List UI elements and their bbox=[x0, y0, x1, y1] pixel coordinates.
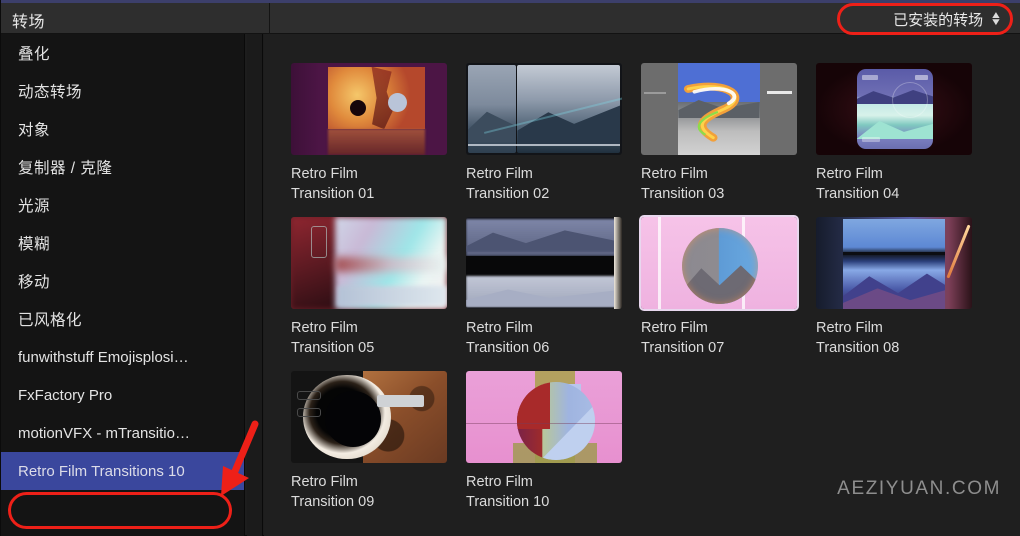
sidebar-item-5[interactable]: 光源 bbox=[1, 186, 245, 224]
transition-cell-3[interactable]: Retro FilmTransition 03 bbox=[641, 63, 797, 204]
transition-caption-10: Retro FilmTransition 10 bbox=[466, 472, 622, 512]
page-title: 转场 bbox=[12, 8, 45, 32]
transition-cell-7[interactable]: Retro FilmTransition 07 bbox=[641, 217, 797, 358]
sidebar-item-11[interactable]: motionVFX - mTransitio… bbox=[1, 414, 245, 452]
transition-cell-10[interactable]: Retro FilmTransition 10 bbox=[466, 371, 622, 512]
transition-cell-4[interactable]: Retro FilmTransition 04 bbox=[816, 63, 972, 204]
transition-thumbnail-3[interactable] bbox=[641, 63, 797, 155]
caption-line-1: Retro Film bbox=[291, 164, 447, 184]
header-divider bbox=[269, 3, 270, 34]
sidebar-item-label: Retro Film Transitions 10 bbox=[18, 463, 185, 480]
transition-cell-1[interactable]: Retro FilmTransition 01 bbox=[291, 63, 447, 204]
sidebar-item-2[interactable]: 动态转场 bbox=[1, 72, 245, 110]
sidebar-item-10[interactable]: FxFactory Pro bbox=[1, 376, 245, 414]
sidebar-item-4[interactable]: 复制器 / 克隆 bbox=[1, 148, 245, 186]
caption-line-1: Retro Film bbox=[466, 318, 622, 338]
sidebar-item-label: 复制器 / 克隆 bbox=[18, 156, 112, 178]
caption-line-1: Retro Film bbox=[466, 164, 622, 184]
caption-line-2: Transition 03 bbox=[641, 184, 797, 204]
sidebar-item-label: 已风格化 bbox=[18, 308, 82, 330]
transition-caption-1: Retro FilmTransition 01 bbox=[291, 164, 447, 204]
transition-thumbnail-1[interactable] bbox=[291, 63, 447, 155]
sidebar-scrollbar-track[interactable] bbox=[247, 34, 263, 536]
caption-line-2: Transition 05 bbox=[291, 338, 447, 358]
caption-line-2: Transition 01 bbox=[291, 184, 447, 204]
transition-thumbnail-7[interactable] bbox=[641, 217, 797, 309]
sidebar-item-label: motionVFX - mTransitio… bbox=[18, 425, 190, 442]
transitions-browser-window: 转场 已安装的转场 ▲▼ 叠化动态转场对象复制器 / 克隆光源模糊移动已风格化 f… bbox=[0, 0, 1020, 536]
transition-cell-5[interactable]: Retro FilmTransition 05 bbox=[291, 217, 447, 358]
caption-line-2: Transition 08 bbox=[816, 338, 972, 358]
sidebar-item-label: 叠化 bbox=[18, 42, 50, 64]
transition-thumbnail-2[interactable] bbox=[466, 63, 622, 155]
category-sidebar[interactable]: 叠化动态转场对象复制器 / 克隆光源模糊移动已风格化 funwithstuff E… bbox=[1, 34, 245, 536]
transition-caption-4: Retro FilmTransition 04 bbox=[816, 164, 972, 204]
sidebar-item-6[interactable]: 模糊 bbox=[1, 224, 245, 262]
caption-line-1: Retro Film bbox=[816, 164, 972, 184]
transition-cell-8[interactable]: Retro FilmTransition 08 bbox=[816, 217, 972, 358]
caption-line-2: Transition 02 bbox=[466, 184, 622, 204]
sidebar-item-3[interactable]: 对象 bbox=[1, 110, 245, 148]
sidebar-item-9[interactable]: funwithstuff Emojisplosi… bbox=[1, 338, 245, 376]
sidebar-item-label: 对象 bbox=[18, 118, 50, 140]
transition-thumbnail-4[interactable] bbox=[816, 63, 972, 155]
sidebar-item-label: FxFactory Pro bbox=[18, 387, 112, 404]
transition-caption-9: Retro FilmTransition 09 bbox=[291, 472, 447, 512]
caption-line-2: Transition 10 bbox=[466, 492, 622, 512]
sidebar-item-label: funwithstuff Emojisplosi… bbox=[18, 349, 189, 366]
transition-caption-2: Retro FilmTransition 02 bbox=[466, 164, 622, 204]
browser-header-bar: 转场 已安装的转场 ▲▼ bbox=[1, 3, 1020, 34]
caption-line-1: Retro Film bbox=[816, 318, 972, 338]
transition-caption-3: Retro FilmTransition 03 bbox=[641, 164, 797, 204]
caption-line-1: Retro Film bbox=[291, 318, 447, 338]
transition-caption-5: Retro FilmTransition 05 bbox=[291, 318, 447, 358]
caption-line-2: Transition 07 bbox=[641, 338, 797, 358]
transition-cell-9[interactable]: Retro FilmTransition 09 bbox=[291, 371, 447, 512]
caption-line-1: Retro Film bbox=[641, 164, 797, 184]
transition-thumbnail-5[interactable] bbox=[291, 217, 447, 309]
sidebar-item-8[interactable]: 已风格化 bbox=[1, 300, 245, 338]
sidebar-item-7[interactable]: 移动 bbox=[1, 262, 245, 300]
caption-line-2: Transition 04 bbox=[816, 184, 972, 204]
transition-thumbnail-10[interactable] bbox=[466, 371, 622, 463]
transition-caption-6: Retro FilmTransition 06 bbox=[466, 318, 622, 358]
caption-line-2: Transition 06 bbox=[466, 338, 622, 358]
installed-transitions-popup-menu[interactable]: 已安装的转场 ▲▼ bbox=[885, 7, 1007, 31]
caption-line-2: Transition 09 bbox=[291, 492, 447, 512]
transition-caption-7: Retro FilmTransition 07 bbox=[641, 318, 797, 358]
caption-line-1: Retro Film bbox=[291, 472, 447, 492]
chevron-up-down-icon: ▲▼ bbox=[990, 12, 1002, 26]
transition-thumbnail-9[interactable] bbox=[291, 371, 447, 463]
popup-menu-label: 已安装的转场 bbox=[893, 9, 983, 30]
transition-cell-2[interactable]: Retro FilmTransition 02 bbox=[466, 63, 622, 204]
sidebar-item-label: 模糊 bbox=[18, 232, 50, 254]
site-watermark: AEZIYUAN.COM bbox=[837, 478, 1001, 500]
sidebar-item-12[interactable]: Retro Film Transitions 10 bbox=[1, 452, 245, 490]
transition-grid[interactable]: Retro FilmTransition 01Retro FilmTransit… bbox=[264, 34, 1020, 536]
sidebar-item-label: 光源 bbox=[18, 194, 50, 216]
caption-line-1: Retro Film bbox=[641, 318, 797, 338]
sidebar-item-label: 移动 bbox=[18, 270, 50, 292]
transition-caption-8: Retro FilmTransition 08 bbox=[816, 318, 972, 358]
sidebar-item-1[interactable]: 叠化 bbox=[1, 34, 245, 72]
transition-cell-6[interactable]: Retro FilmTransition 06 bbox=[466, 217, 622, 358]
sidebar-item-label: 动态转场 bbox=[18, 80, 82, 102]
transition-thumbnail-8[interactable] bbox=[816, 217, 972, 309]
transition-thumbnail-6[interactable] bbox=[466, 217, 622, 309]
caption-line-1: Retro Film bbox=[466, 472, 622, 492]
